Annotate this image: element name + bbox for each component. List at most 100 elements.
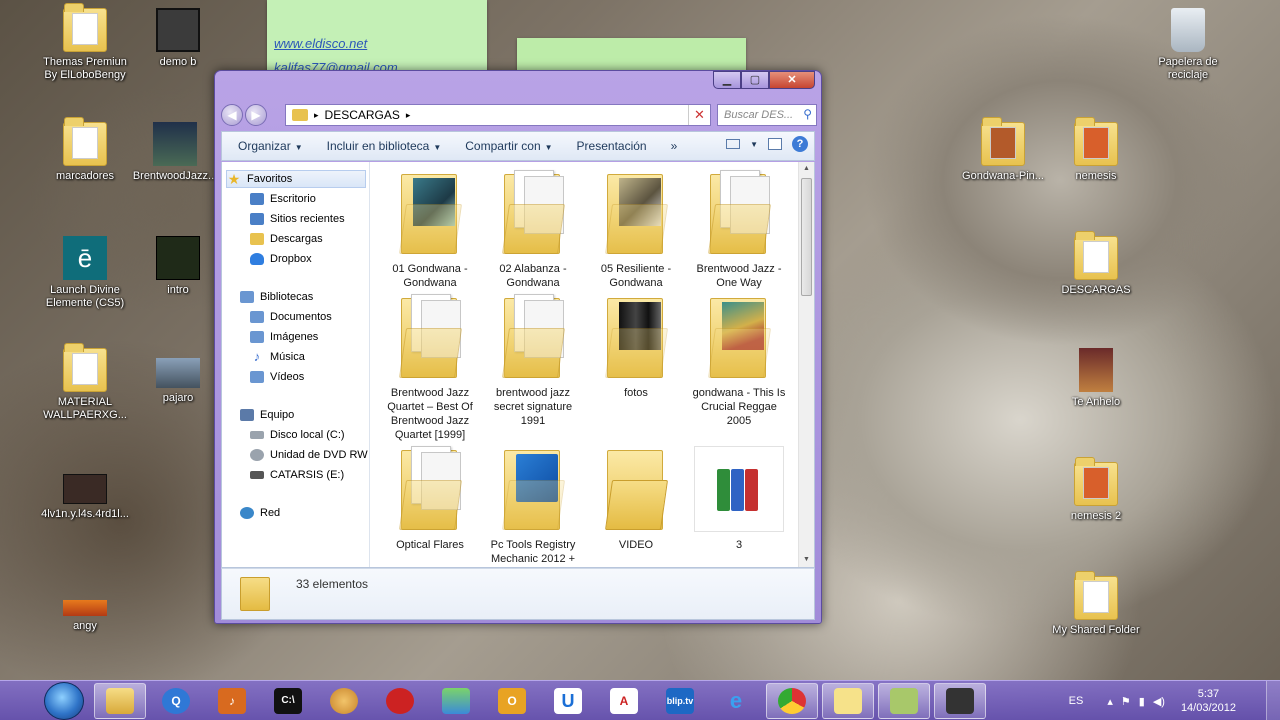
nav-item-catarsis[interactable]: CATARSIS (E:) [250,466,344,484]
taskbar-messenger[interactable] [430,683,482,719]
nav-item-images[interactable]: Imágenes [250,328,318,346]
file-item[interactable]: 01 Gondwana - Gondwana [380,162,480,290]
file-label: brentwood jazz secret signature 1991 [493,387,573,427]
sticky-note[interactable]: www.eldisco.net kalifas77@gmail.com [267,0,487,80]
nav-computer[interactable]: Equipo [240,406,294,424]
sticky-note-link[interactable]: www.eldisco.net [274,36,367,51]
flag-icon[interactable]: ⚑ [1121,695,1131,708]
include-library-menu[interactable]: Incluir en biblioteca ▼ [315,139,454,153]
clear-icon[interactable]: ✕ [688,105,710,125]
minimize-button[interactable]: ▁ [713,71,741,89]
desktop-icon-shared[interactable]: My Shared Folder [1051,571,1141,637]
taskbar-media[interactable] [934,682,986,719]
search-input[interactable]: Buscar DES... ⚲ [717,104,817,126]
taskbar-explorer[interactable] [94,682,146,719]
desktop-icon-te-anhelo[interactable]: Te Anhelo [1051,348,1141,409]
maximize-button[interactable]: ▢ [741,71,769,89]
show-desktop-button[interactable] [1266,681,1280,720]
nav-item-documents[interactable]: Documentos [250,308,332,326]
taskbar-notes-2[interactable] [878,682,930,719]
preview-pane-icon[interactable] [768,138,782,150]
file-item[interactable]: Pc Tools Registry Mechanic 2012 + Tutori… [483,438,583,567]
desktop-icon-themas[interactable]: Themas Premiun By ElLoboBengy [40,3,130,82]
volume-icon[interactable]: ◀) [1153,695,1165,708]
start-button[interactable] [44,681,84,720]
scrollbar[interactable]: ▲ ▼ [798,162,814,567]
desktop-icon-material[interactable]: MATERIAL WALLPAERXG... [40,343,130,422]
taskbar-paint[interactable] [318,683,370,719]
back-icon[interactable]: ◀ [221,104,243,126]
desktop-icon-descargas[interactable]: DESCARGAS [1051,231,1141,297]
nav-item-recent[interactable]: Sitios recientes [250,210,345,228]
taskbar-ultraedit[interactable]: U [542,683,594,719]
desktop-icon-nemesis-2[interactable]: nemesis 2 [1051,457,1141,523]
nav-item-desktop[interactable]: Escritorio [250,190,316,208]
scroll-down-icon[interactable]: ▼ [799,553,814,567]
breadcrumb-sep[interactable]: ▸ [406,110,411,121]
clock[interactable]: 5:37 14/03/2012 [1181,687,1236,715]
search-icon[interactable]: ⚲ [803,107,812,121]
nav-item-videos[interactable]: Vídeos [250,368,304,386]
view-icon[interactable] [726,139,741,149]
desktop-icon-nemesis[interactable]: nemesis [1051,117,1141,183]
nav-libraries[interactable]: Bibliotecas [240,288,313,306]
file-item[interactable]: 3 [689,438,789,552]
taskbar-acrobat[interactable]: A [598,683,650,719]
file-item[interactable]: Optical Flares [380,438,480,552]
file-item[interactable]: gondwana - This Is Crucial Reggae 2005 [689,286,789,428]
taskbar-chrome[interactable] [766,682,818,719]
desktop-icon-divine[interactable]: ē Launch Divine Elemente (CS5) [40,236,130,310]
more-button[interactable]: » [659,139,690,153]
file-item[interactable]: VIDEO [586,438,686,552]
taskbar-bliptv[interactable]: blip.tv [654,683,706,719]
close-button[interactable]: ✕ [769,71,815,89]
organize-menu[interactable]: Organizar ▼ [222,139,315,153]
help-icon[interactable]: ? [792,136,808,152]
forward-icon[interactable]: ▶ [245,104,267,126]
breadcrumb-sep[interactable]: ▸ [314,110,319,121]
taskbar-sticky-notes[interactable] [822,682,874,719]
file-item[interactable]: 02 Alabanza - Gondwana [483,162,583,290]
address-bar[interactable]: ▸ DESCARGAS ▸ ✕ [285,104,711,126]
taskbar-search[interactable]: Q [150,683,202,719]
taskbar-ie[interactable]: e [710,683,762,719]
taskbar-outlook[interactable]: O [486,683,538,719]
network-signal-icon[interactable]: ▮ [1139,695,1145,708]
chevron-down-icon[interactable]: ▼ [750,140,758,149]
file-item[interactable]: Brentwood Jazz - One Way [689,162,789,290]
language-indicator[interactable]: ES [1069,695,1084,707]
presentation-button[interactable]: Presentación [565,139,659,153]
desktop-icon-demo[interactable]: demo b [133,8,223,69]
desktop-icon-angy[interactable]: angy [40,600,130,633]
folder-icon [1074,117,1118,166]
desktop-icon-marcadores[interactable]: marcadores [40,117,130,183]
share-menu[interactable]: Compartir con ▼ [453,139,564,153]
desktop-icon-recycle-bin[interactable]: Papelera de reciclaje [1143,8,1233,82]
desktop-icon-alvin[interactable]: 4lv1n.y.l4s.4rd1l... [40,474,130,521]
file-item[interactable]: Brentwood Jazz Quartet – Best Of Brentwo… [380,286,480,442]
scroll-up-icon[interactable]: ▲ [799,162,814,176]
desktop-icon-brentwood[interactable]: BrentwoodJazz... [130,122,220,183]
explorer-window[interactable]: ▁ ▢ ✕ ◀ ▶ ▸ DESCARGAS ▸ ✕ Buscar DES... … [214,70,822,624]
taskbar-angry-bird[interactable] [374,683,426,719]
desktop-icon-gondwana[interactable]: Gondwana-Pin... [958,117,1048,183]
taskbar-mp3[interactable]: ♪ [206,683,258,719]
desktop-icon-intro[interactable]: intro [133,236,223,297]
desktop-icon-pajaro[interactable]: pajaro [133,358,223,405]
nav-favorites[interactable]: ★ Favoritos [226,170,366,188]
nav-network[interactable]: Red [240,504,280,522]
file-item[interactable]: 05 Resiliente - Gondwana [586,162,686,290]
downloads-icon [250,233,264,245]
breadcrumb[interactable]: DESCARGAS [325,108,400,122]
tray-arrow-icon[interactable]: ▴ [1107,695,1113,708]
nav-item-dropbox[interactable]: Dropbox [250,250,312,268]
taskbar-cmd[interactable]: C:\ [262,683,314,719]
nav-item-music[interactable]: ♪ Música [250,348,305,366]
scrollbar-thumb[interactable] [801,178,812,296]
file-item[interactable]: brentwood jazz secret signature 1991 [483,286,583,428]
nav-item-downloads[interactable]: Descargas [250,230,323,248]
system-tray: ES ▴ ⚑ ▮ ◀) 5:37 14/03/2012 [1069,681,1236,720]
nav-item-dvd[interactable]: Unidad de DVD RW ( [250,446,369,464]
nav-item-local-disk[interactable]: Disco local (C:) [250,426,345,444]
file-item[interactable]: fotos [586,286,686,400]
